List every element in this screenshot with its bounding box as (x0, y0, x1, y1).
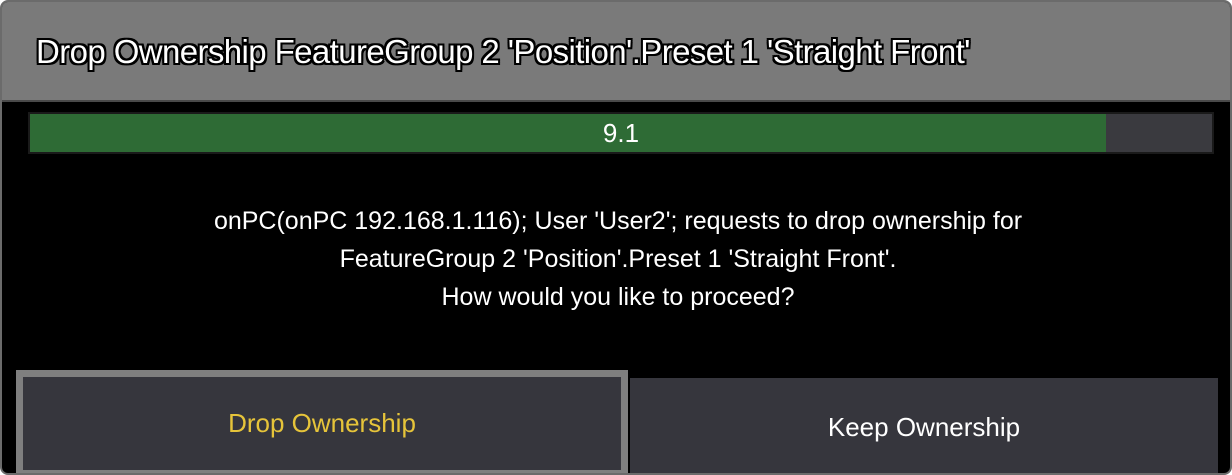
drop-ownership-dialog: Drop Ownership FeatureGroup 2 'Position'… (0, 0, 1232, 475)
countdown-progress-label: 9.1 (602, 118, 640, 148)
message-line: How would you like to proceed? (441, 283, 795, 311)
dialog-title: Drop Ownership FeatureGroup 2 'Position'… (36, 33, 970, 70)
dialog-message: onPC(onPC 192.168.1.116); User 'User2'; … (2, 202, 1230, 316)
countdown-progress-bar: 9.1 (28, 112, 1214, 154)
drop-ownership-button[interactable]: Drop Ownership (16, 370, 628, 473)
message-line: onPC(onPC 192.168.1.116); User 'User2'; … (213, 207, 1023, 235)
keep-ownership-button[interactable]: Keep Ownership (630, 378, 1218, 473)
dialog-titlebar: Drop Ownership FeatureGroup 2 'Position'… (2, 2, 1230, 102)
message-line: FeatureGroup 2 'Position'.Preset 1 'Stra… (339, 245, 897, 273)
